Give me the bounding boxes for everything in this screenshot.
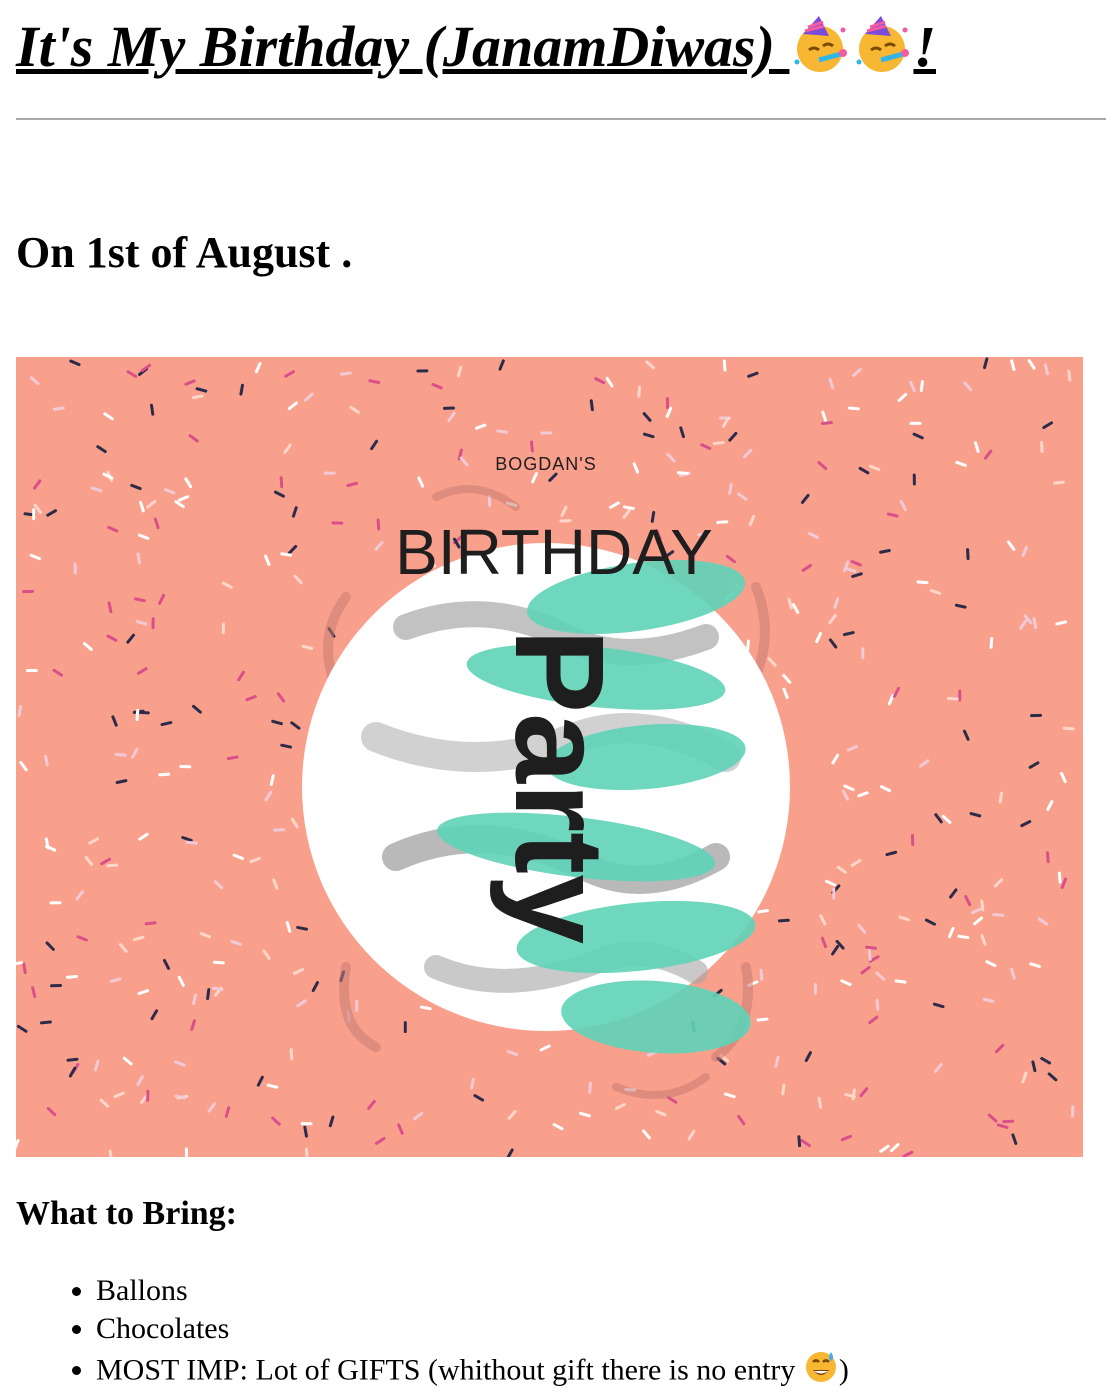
birthday-party-banner-image: BOGDAN'S BIRTHDAY Party	[16, 357, 1083, 1157]
confetti-sprinkle	[331, 521, 344, 525]
list-item: Ballons	[96, 1272, 849, 1310]
banner-illustration: BOGDAN'S BIRTHDAY Party	[16, 357, 1083, 1157]
confetti-sprinkle	[966, 548, 970, 561]
confetti-sprinkle	[137, 710, 150, 715]
confetti-sprinkle	[22, 589, 35, 594]
list-item: Chocolates	[96, 1310, 849, 1348]
partying-face-icon	[789, 14, 851, 92]
partying-face-icon	[851, 14, 913, 92]
what-to-bring-heading: What to Bring:	[16, 1195, 237, 1232]
list-item-text: MOST IMP: Lot of GIFTS (whithout gift th…	[96, 1353, 803, 1387]
confetti-sprinkle	[1002, 1119, 1015, 1124]
confetti-sprinkle	[832, 887, 836, 900]
confetti-sprinkle	[540, 431, 553, 435]
confetti-sprinkle	[1030, 713, 1043, 718]
list-item-suffix: )	[838, 1353, 849, 1387]
confetti-sprinkle	[73, 562, 77, 575]
confetti-sprinkle	[666, 397, 669, 410]
confetti-sprinkle	[416, 369, 429, 373]
horizontal-divider	[16, 118, 1106, 120]
confetti-sprinkle	[958, 689, 962, 702]
event-date-heading: On 1st of August .	[16, 228, 353, 277]
confetti-sprinkle	[179, 764, 192, 769]
confetti-sprinkle	[813, 982, 817, 995]
grinning-sweat-icon	[803, 1348, 839, 1397]
confetti-sprinkle	[25, 669, 38, 672]
banner-subtitle: BOGDAN'S	[495, 454, 596, 474]
confetti-sprinkle	[910, 833, 915, 846]
list-item-text: Chocolates	[96, 1312, 230, 1345]
confetti-sprinkle	[50, 983, 63, 988]
confetti-sprinkle	[403, 1021, 407, 1034]
confetti-sprinkle	[909, 421, 922, 425]
page-title-suffix: !	[913, 14, 937, 79]
bring-list: Ballons Chocolates MOST IMP: Lot of GIFT…	[16, 1272, 849, 1397]
confetti-sprinkle	[1040, 440, 1044, 453]
page-content: It's My Birthday (JanamDiwas) ! On 1st o…	[16, 0, 1106, 1386]
confetti-sprinkle	[323, 471, 336, 475]
page-title-text: It's My Birthday (JanamDiwas)	[16, 14, 790, 79]
banner-title: BIRTHDAY	[395, 516, 713, 588]
page-title: It's My Birthday (JanamDiwas) !	[16, 0, 1106, 92]
confetti-sprinkle	[861, 647, 865, 660]
confetti-sprinkle	[146, 1089, 150, 1102]
list-item-text: Ballons	[96, 1274, 188, 1307]
confetti-sprinkle	[1071, 1105, 1075, 1118]
confetti-sprinkle	[355, 1000, 359, 1012]
confetti-sprinkle	[49, 901, 62, 905]
confetti-sprinkle	[442, 406, 455, 410]
confetti-sprinkle	[32, 508, 36, 521]
list-item: MOST IMP: Lot of GIFTS (whithout gift th…	[96, 1348, 849, 1397]
confetti-sprinkle	[273, 828, 286, 832]
confetti-sprinkle	[912, 473, 916, 486]
confetti-sprinkle	[151, 617, 155, 630]
confetti-sprinkle	[221, 622, 226, 635]
banner-party-word: Party	[489, 629, 630, 944]
confetti-sprinkle	[184, 1147, 189, 1157]
confetti-sprinkle	[300, 1122, 313, 1126]
